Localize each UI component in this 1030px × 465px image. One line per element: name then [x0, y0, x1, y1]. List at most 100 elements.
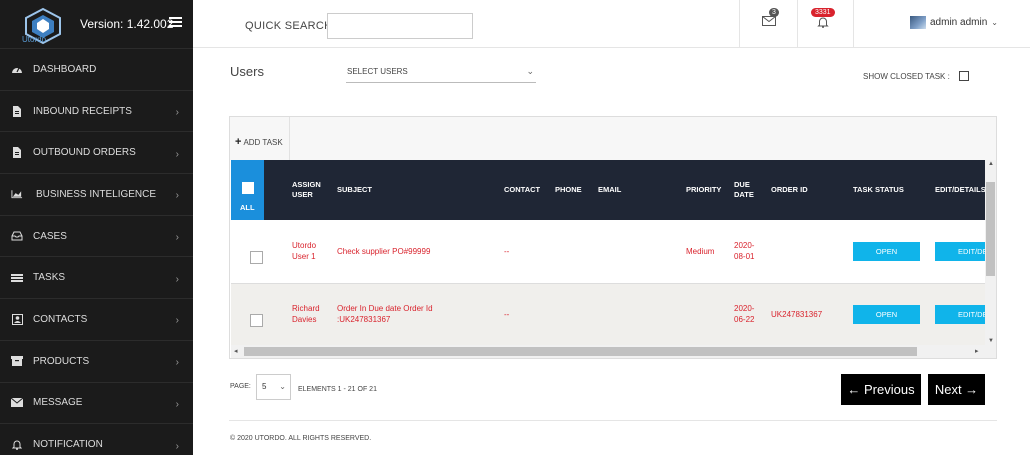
- cell-subject: Check supplier PO#99999: [337, 247, 431, 256]
- version-label: Version: 1.42.002: [80, 17, 174, 31]
- horizontal-scroll-thumb[interactable]: [244, 347, 917, 356]
- col-subject[interactable]: SUBJECT: [337, 185, 372, 195]
- sidebar-item-products[interactable]: PRODUCTS ›: [0, 339, 193, 382]
- page-label: PAGE:: [230, 383, 251, 390]
- add-task-button[interactable]: + ADD TASK: [235, 136, 283, 148]
- footer-divider: [229, 420, 997, 421]
- sidebar-item-message[interactable]: MESSAGE ›: [0, 381, 193, 424]
- sidebar: Utordo Version: 1.42.002 DASHBOARD INBOU…: [0, 0, 193, 455]
- header-divider: [739, 0, 740, 48]
- sidebar-item-tasks[interactable]: TASKS ›: [0, 256, 193, 298]
- sidebar-item-label: OUTBOUND ORDERS: [33, 147, 136, 159]
- col-order-id[interactable]: ORDER ID: [771, 185, 808, 195]
- vertical-scroll-thumb[interactable]: [986, 182, 995, 276]
- sidebar-item-dashboard[interactable]: DASHBOARD: [0, 48, 193, 90]
- cell-subject: Order In Due date Order Id :UK247831367: [337, 304, 433, 324]
- show-closed-checkbox[interactable]: [959, 71, 969, 81]
- scroll-right-icon[interactable]: ▸: [975, 347, 979, 355]
- toolbar-divider: [289, 117, 290, 160]
- copyright-text: © 2020 UTORDO. ALL RIGHTS RESERVED.: [230, 435, 372, 442]
- avatar: [910, 16, 926, 29]
- chevron-down-icon: ⌄: [279, 382, 286, 391]
- cell-assign-user: Richard Davies: [292, 304, 320, 324]
- document-icon: [11, 105, 23, 117]
- inbox-icon: [11, 231, 23, 241]
- sidebar-item-label: TASKS: [33, 272, 66, 284]
- col-priority[interactable]: PRIORITY: [686, 185, 721, 195]
- cell-assign-user: Utordo User 1: [292, 241, 317, 261]
- notification-count-badge: 3331: [811, 8, 835, 17]
- header-divider: [853, 0, 854, 48]
- archive-icon: [11, 356, 23, 367]
- chevron-right-icon: ›: [175, 357, 179, 369]
- sidebar-item-label: CASES: [33, 230, 67, 242]
- tasks-table-panel: + ADD TASK ASSIGN USER SUBJECT CONTACT P…: [229, 116, 997, 359]
- next-button[interactable]: Next →: [928, 374, 985, 405]
- open-status-button[interactable]: OPEN: [853, 305, 920, 324]
- cell-contact: --: [504, 310, 510, 319]
- sidebar-item-label: DASHBOARD: [33, 63, 97, 75]
- sidebar-item-label: NOTIFICATION: [33, 439, 103, 451]
- sidebar-item-label: BUSINESS INTELIGENCE: [36, 188, 157, 200]
- col-due-date[interactable]: DUE DATE: [734, 180, 756, 200]
- chevron-right-icon: ›: [175, 273, 179, 285]
- select-all-checkbox[interactable]: [242, 182, 254, 194]
- chevron-right-icon: ›: [175, 398, 179, 410]
- cell-priority: Medium: [686, 247, 715, 256]
- chevron-right-icon: ›: [175, 315, 179, 327]
- brand-area: Utordo Version: 1.42.002: [0, 0, 193, 48]
- chevron-right-icon: ›: [175, 232, 179, 244]
- col-phone[interactable]: PHONE: [555, 185, 582, 195]
- list-icon: [11, 273, 23, 283]
- header-divider: [797, 0, 798, 48]
- show-closed-label: SHOW CLOSED TASK :: [863, 72, 950, 81]
- select-all-cell[interactable]: ALL: [231, 160, 264, 220]
- contact-card-icon: [11, 313, 23, 325]
- table-row: Richard Davies Order In Due date Order I…: [231, 283, 987, 345]
- bell-icon: [11, 440, 23, 451]
- col-email[interactable]: EMAIL: [598, 185, 621, 195]
- chevron-right-icon: ›: [175, 190, 179, 202]
- scroll-up-icon[interactable]: ▲: [988, 161, 994, 167]
- col-edit-details[interactable]: EDIT/DETAILS: [935, 185, 986, 195]
- dashboard-icon: [11, 64, 23, 74]
- sidebar-item-label: INBOUND RECEIPTS: [33, 105, 132, 117]
- elements-count: ELEMENTS 1 - 21 OF 21: [298, 386, 377, 393]
- col-contact[interactable]: CONTACT: [504, 185, 540, 195]
- horizontal-scrollbar[interactable]: ◂ ▸: [231, 345, 996, 358]
- page-size-value: 5: [262, 382, 267, 391]
- sidebar-item-business-intelligence[interactable]: BUSINESS INTELIGENCE ›: [0, 173, 193, 215]
- menu-toggle-icon[interactable]: [169, 17, 182, 28]
- sidebar-item-inbound-receipts[interactable]: INBOUND RECEIPTS ›: [0, 89, 193, 132]
- scroll-left-icon[interactable]: ◂: [234, 347, 238, 355]
- scroll-down-icon[interactable]: ▼: [988, 338, 994, 344]
- open-status-button[interactable]: OPEN: [853, 242, 920, 261]
- table-row: Utordo User 1 Check supplier PO#99999 --…: [231, 220, 987, 282]
- quick-search-input[interactable]: [327, 13, 473, 39]
- select-users-dropdown[interactable]: SELECT USERS ⌄: [346, 63, 536, 83]
- row-checkbox[interactable]: [250, 314, 263, 327]
- mail-icon[interactable]: [762, 16, 776, 26]
- row-checkbox[interactable]: [250, 251, 263, 264]
- select-all-label: ALL: [240, 203, 255, 212]
- col-assign-user[interactable]: ASSIGN USER: [292, 180, 324, 200]
- col-task-status[interactable]: TASK STATUS: [853, 185, 904, 195]
- vertical-scrollbar[interactable]: ▲ ▼: [985, 160, 996, 345]
- sidebar-item-label: PRODUCTS: [33, 355, 90, 367]
- sidebar-item-outbound-orders[interactable]: OUTBOUND ORDERS ›: [0, 131, 193, 173]
- notification-bell-icon[interactable]: [817, 16, 829, 28]
- chevron-down-icon: ⌄: [526, 66, 534, 76]
- sidebar-item-contacts[interactable]: CONTACTS ›: [0, 298, 193, 340]
- area-chart-icon: [11, 189, 23, 199]
- edit-details-button[interactable]: EDIT/DETAILS: [935, 242, 987, 261]
- plus-icon: +: [235, 136, 242, 148]
- edit-details-button[interactable]: EDIT/DETAILS: [935, 305, 987, 324]
- table-header: ASSIGN USER SUBJECT CONTACT PHONE EMAIL …: [231, 160, 986, 220]
- sidebar-item-notification[interactable]: NOTIFICATION ›: [0, 423, 193, 465]
- document-icon: [11, 147, 23, 159]
- page-size-select[interactable]: 5 ⌄: [256, 374, 291, 400]
- sidebar-item-cases[interactable]: CASES ›: [0, 214, 193, 257]
- user-menu[interactable]: admin admin ⌄: [910, 16, 998, 29]
- quick-search-label: QUICK SEARCH :: [245, 20, 340, 32]
- previous-button[interactable]: ← Previous: [841, 374, 921, 405]
